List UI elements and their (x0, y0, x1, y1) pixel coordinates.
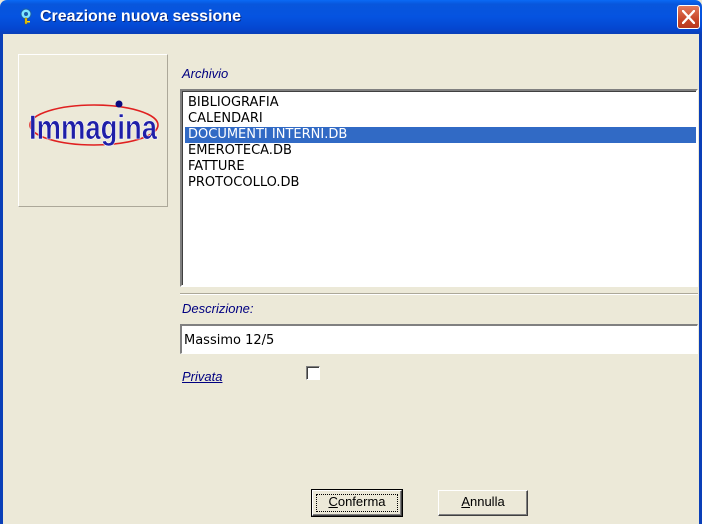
immagina-logo: Immagina (29, 100, 159, 147)
key-icon (18, 7, 36, 25)
descrizione-label: Descrizione: (182, 301, 254, 316)
privata-label: Privata (182, 369, 223, 384)
list-item[interactable]: DOCUMENTI INTERNI.DB (185, 127, 696, 143)
window-title: Creazione nuova sessione (40, 8, 241, 25)
logo-panel: Immagina (18, 54, 168, 207)
annulla-button[interactable]: Annulla (438, 490, 528, 516)
focus-rect (316, 494, 398, 512)
privata-checkbox[interactable] (306, 366, 320, 380)
close-icon (682, 10, 695, 24)
descrizione-input[interactable] (184, 330, 684, 350)
list-item[interactable]: FATTURE (185, 159, 696, 175)
title-bar[interactable]: Creazione nuova sessione (0, 0, 702, 34)
descrizione-field[interactable] (180, 324, 698, 354)
list-item[interactable]: CALENDARI (185, 111, 696, 127)
window-frame-left (0, 34, 3, 524)
list-item[interactable]: BIBLIOGRAFIA (185, 95, 696, 111)
archivio-listbox[interactable]: BIBLIOGRAFIA CALENDARI DOCUMENTI INTERNI.D… (180, 89, 698, 287)
list-item[interactable]: EMEROTECA.DB (185, 143, 696, 159)
logo-text: Immagina (29, 109, 158, 147)
archivio-label: Archivio (182, 66, 229, 81)
conferma-button[interactable]: Conferma (311, 489, 403, 517)
list-item[interactable]: PROTOCOLLO.DB (185, 175, 696, 191)
separator (180, 293, 698, 295)
dialog-window: Creazione nuova sessione Immagina Archiv… (0, 0, 702, 524)
close-button[interactable] (677, 5, 700, 29)
